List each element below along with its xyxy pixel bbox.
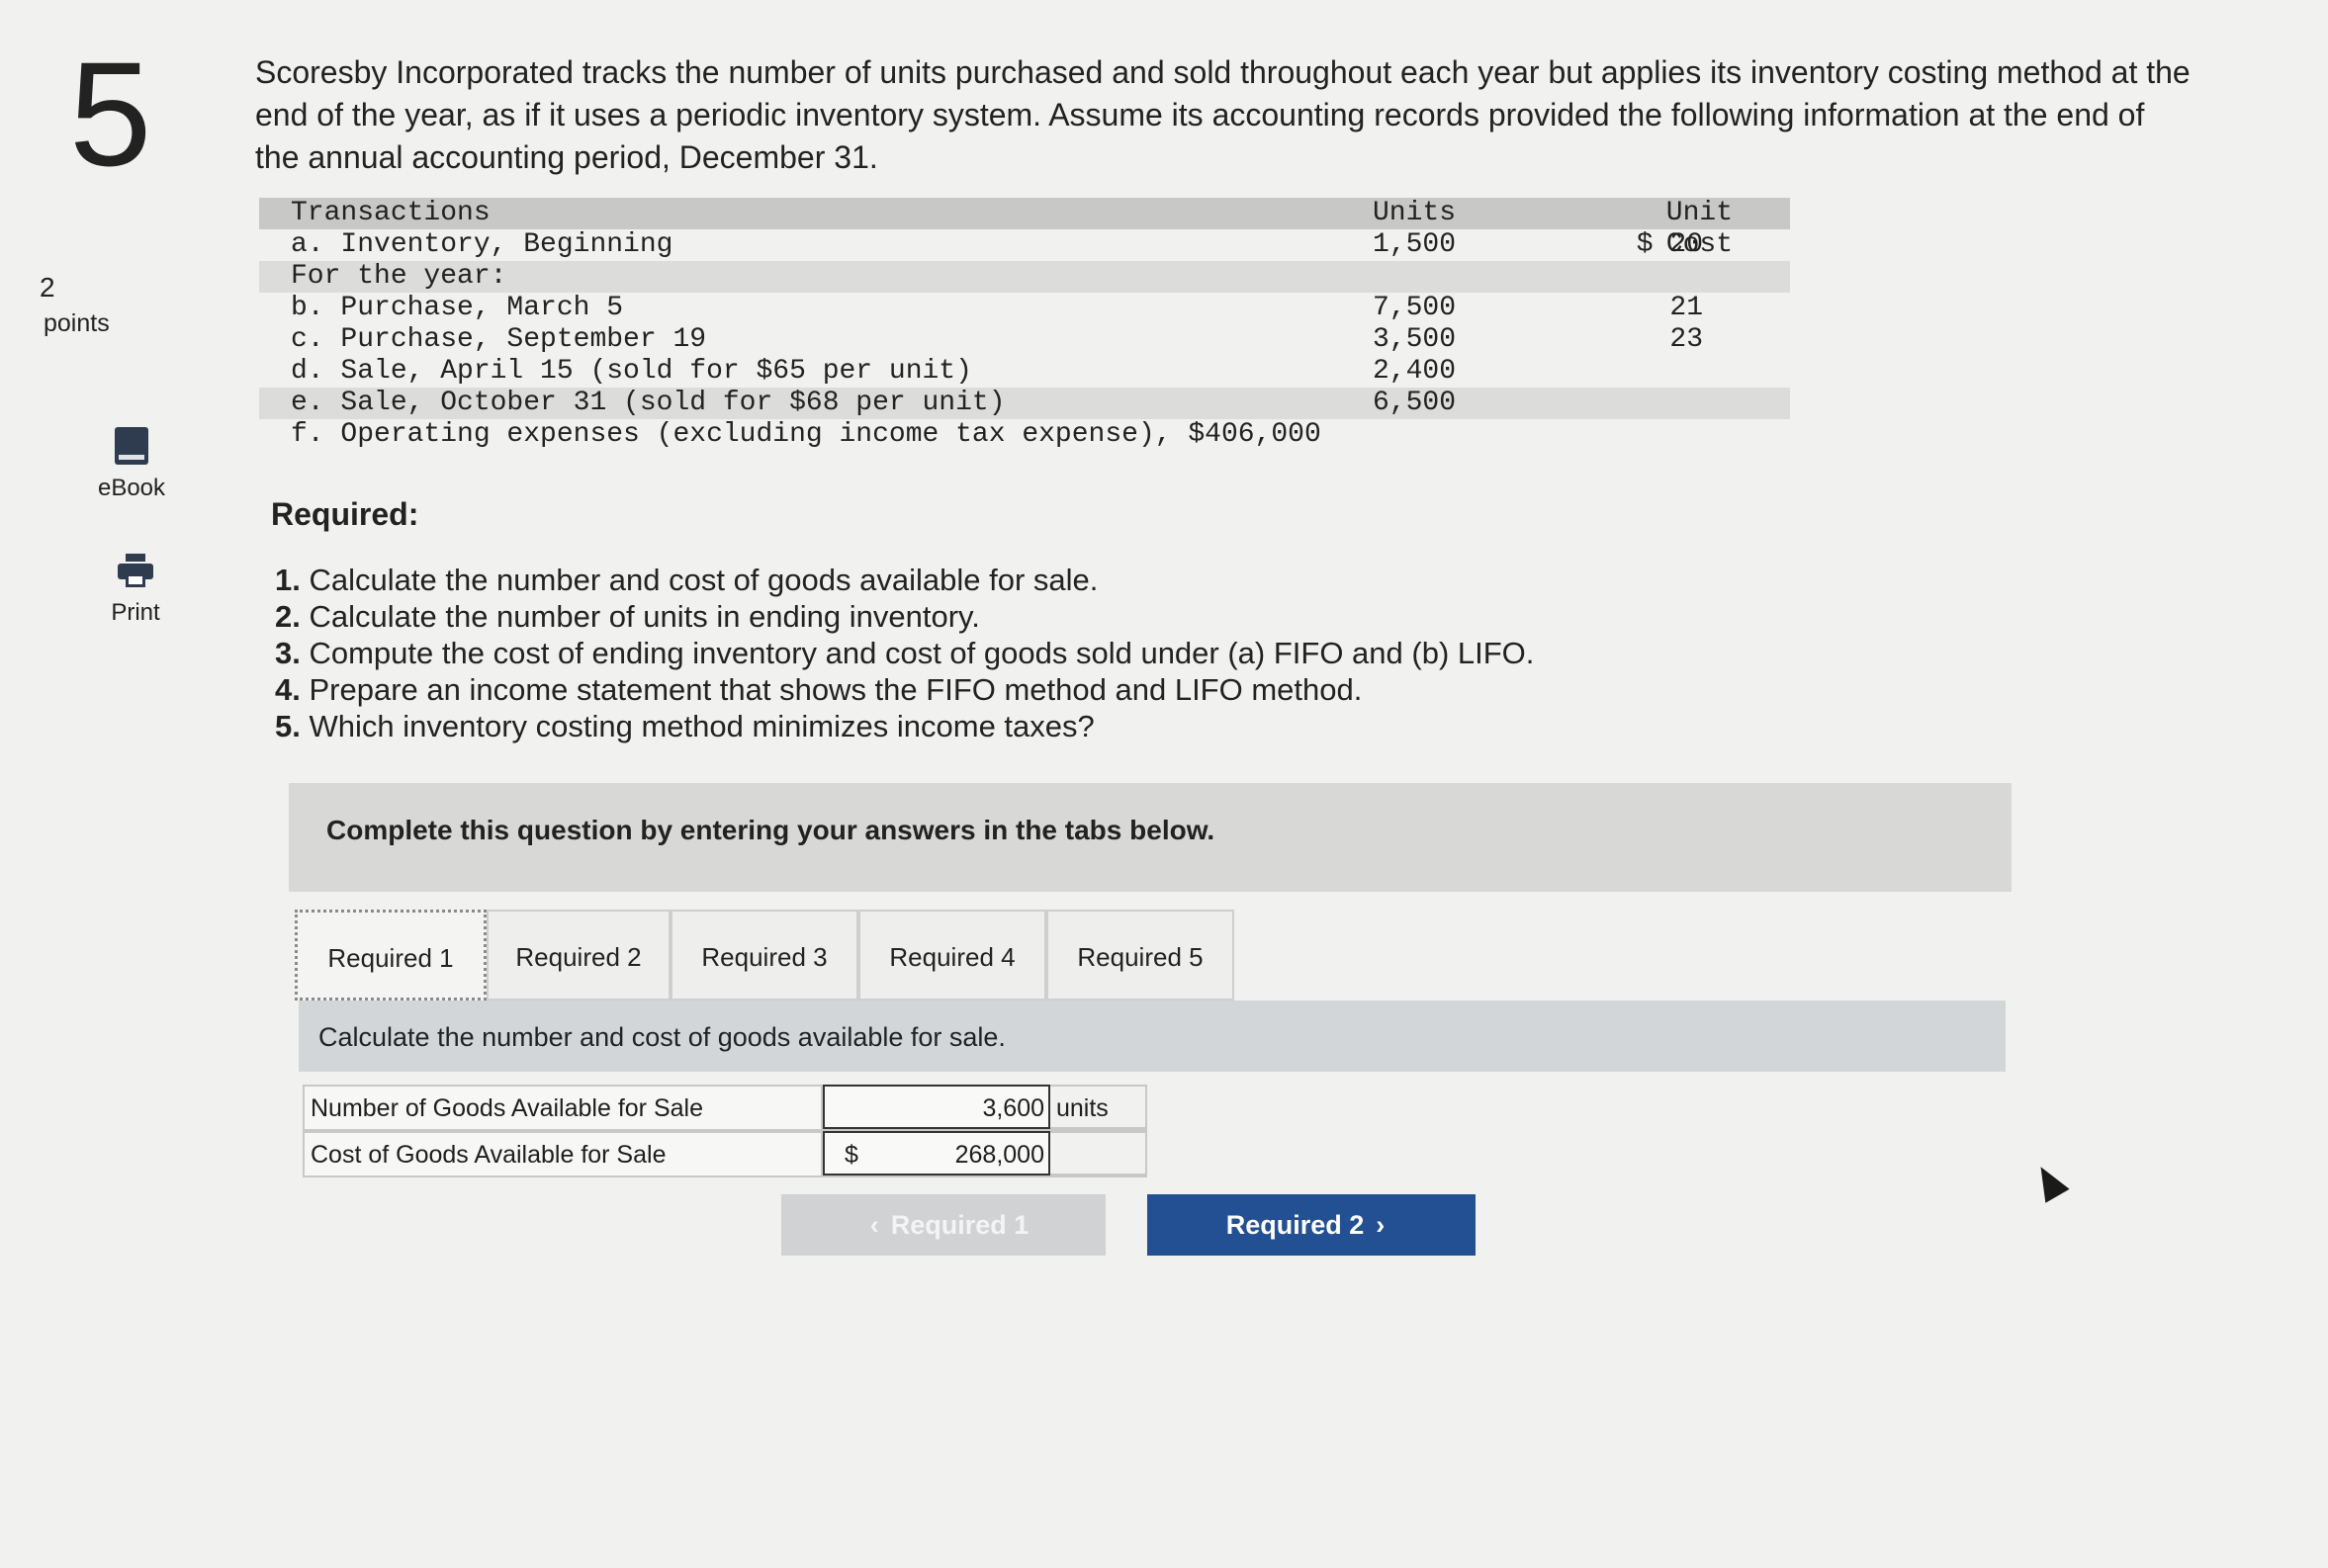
header-transactions: Transactions (291, 198, 491, 228)
tab-required-4[interactable]: Required 4 (858, 910, 1046, 1001)
ebook-label: eBook (97, 475, 166, 501)
print-label: Print (111, 599, 160, 626)
mouse-cursor-icon (2028, 1160, 2070, 1203)
goods-available-cost-input[interactable]: $ 268,000 (823, 1131, 1050, 1176)
tab-required-1[interactable]: Required 1 (295, 910, 487, 1001)
list-item: 5. Which inventory costing method minimi… (275, 709, 1095, 743)
cost-unit-cell (1050, 1131, 1147, 1176)
table-row: Number of Goods Available for Sale 3,600… (303, 1085, 1147, 1131)
required-list: 1. Calculate the number and cost of good… (275, 562, 1534, 744)
currency-symbol: $ (845, 1141, 858, 1169)
tab-required-5[interactable]: Required 5 (1046, 910, 1234, 1001)
points-label: points (44, 309, 110, 337)
list-item: 2. Calculate the number of units in endi… (275, 599, 980, 634)
table-row: For the year: (259, 261, 1790, 293)
next-required-button[interactable]: Required 2 › (1147, 1194, 1476, 1256)
answer-table: Number of Goods Available for Sale 3,600… (303, 1085, 1147, 1177)
prev-required-button[interactable]: ‹ Required 1 (781, 1194, 1106, 1256)
table-row: e. Sale, October 31 (sold for $68 per un… (259, 388, 1790, 419)
points-value: 2 (40, 272, 55, 303)
goods-available-units-label: Number of Goods Available for Sale (303, 1085, 823, 1129)
header-units: Units (1372, 198, 1456, 228)
units-label: units (1050, 1085, 1147, 1129)
list-item: 4. Prepare an income statement that show… (275, 672, 1363, 707)
question-number: 5 (69, 31, 152, 197)
chevron-right-icon: › (1376, 1210, 1386, 1240)
table-row: a. Inventory, Beginning 1,500 $ 20 (291, 229, 1703, 260)
table-row: f. Operating expenses (excluding income … (291, 419, 1321, 450)
tab-required-3[interactable]: Required 3 (671, 910, 858, 1001)
complete-text: Complete this question by entering your … (326, 815, 1215, 845)
printer-icon (118, 554, 153, 587)
required-title: Required: (271, 496, 419, 532)
table-row: b. Purchase, March 5 7,500 21 (291, 293, 1703, 323)
list-item: 3. Compute the cost of ending inventory … (275, 636, 1535, 670)
complete-banner: Complete this question by entering your … (289, 783, 2012, 892)
table-row: c. Purchase, September 19 3,500 23 (291, 324, 1703, 355)
tab-required-2[interactable]: Required 2 (487, 910, 671, 1001)
instruction-text: Calculate the number and cost of goods a… (318, 1022, 1006, 1052)
book-icon (115, 427, 148, 465)
transactions-header: Transactions Units Unit Cost (259, 198, 1790, 260)
goods-available-cost-label: Cost of Goods Available for Sale (303, 1131, 823, 1176)
ebook-button[interactable]: eBook (77, 427, 186, 502)
print-button[interactable]: Print (81, 554, 190, 627)
goods-available-units-input[interactable]: 3,600 (823, 1085, 1050, 1129)
instruction-bar: Calculate the number and cost of goods a… (299, 1001, 2006, 1072)
table-row: Cost of Goods Available for Sale $ 268,0… (303, 1131, 1147, 1177)
transactions-table: Transactions Units Unit Cost a. Inventor… (259, 198, 1790, 451)
table-row: d. Sale, April 15 (sold for $65 per unit… (291, 356, 1456, 387)
list-item: 1. Calculate the number and cost of good… (275, 563, 1099, 597)
chevron-left-icon: ‹ (869, 1210, 879, 1240)
problem-intro: Scoresby Incorporated tracks the number … (255, 54, 2191, 175)
